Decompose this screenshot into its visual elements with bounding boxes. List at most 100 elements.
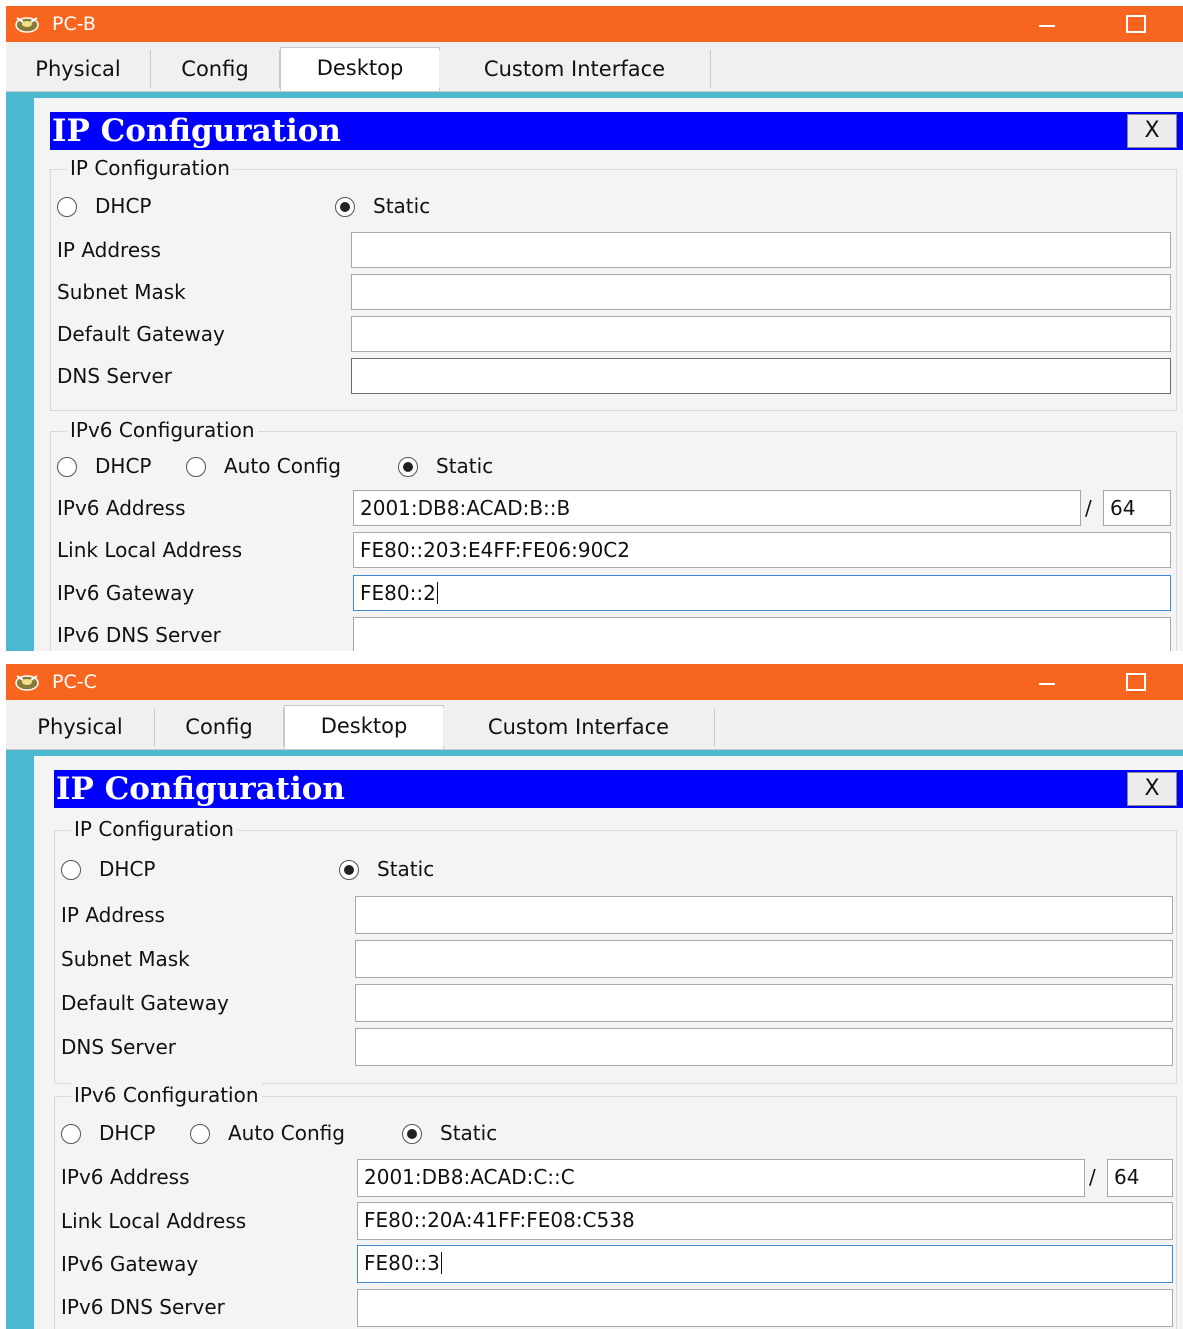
- app-icon: [15, 17, 39, 33]
- ip-address-field[interactable]: [355, 896, 1173, 934]
- tab-bar: Physical Config Desktop Custom Interface: [6, 700, 1183, 751]
- subnet-mask-label: Subnet Mask: [57, 280, 186, 304]
- ip-address-field[interactable]: [351, 232, 1171, 268]
- title-bar: PC-B: [6, 6, 1183, 42]
- dns-server-field[interactable]: [351, 358, 1171, 394]
- ipv6-prefix-field[interactable]: 64: [1103, 490, 1171, 526]
- ipv6-group: IPv6 Configuration DHCP Auto Config Stat…: [54, 1083, 1177, 1329]
- tab-desktop[interactable]: Desktop: [284, 705, 444, 749]
- radio-label: Auto Config: [228, 1121, 345, 1145]
- tab-physical[interactable]: Physical: [6, 50, 151, 88]
- prefix-separator: /: [1085, 496, 1092, 520]
- radio-label: DHCP: [95, 194, 152, 218]
- ipv6-gateway-label: IPv6 Gateway: [57, 581, 195, 605]
- maximize-icon[interactable]: [1126, 673, 1146, 691]
- tab-config[interactable]: Config: [155, 708, 284, 746]
- dialog-title: IP Configuration: [52, 113, 341, 149]
- radio-label: Static: [440, 1121, 498, 1145]
- ipv6-dns-label: IPv6 DNS Server: [61, 1295, 225, 1319]
- ipv4-legend: IP Configuration: [71, 817, 237, 841]
- default-gateway-field[interactable]: [355, 984, 1173, 1022]
- pc-b-window: PC-B Physical Config Desktop Custom Inte…: [6, 6, 1183, 651]
- subnet-mask-label: Subnet Mask: [61, 947, 190, 971]
- ipv6-gateway-label: IPv6 Gateway: [61, 1252, 199, 1276]
- link-local-label: Link Local Address: [57, 538, 243, 562]
- minimize-icon[interactable]: [1032, 664, 1062, 700]
- radio-label: DHCP: [95, 454, 152, 478]
- app-icon: [15, 675, 39, 691]
- dns-server-label: DNS Server: [61, 1035, 176, 1059]
- ipv6-address-label: IPv6 Address: [61, 1165, 190, 1189]
- text-caret: [440, 1252, 442, 1274]
- default-gateway-label: Default Gateway: [57, 322, 225, 346]
- minimize-icon[interactable]: [1032, 6, 1062, 42]
- radio-label: Static: [436, 454, 494, 478]
- radio-circle-selected: [335, 197, 355, 217]
- close-button[interactable]: X: [1127, 772, 1177, 806]
- dialog-header: IP Configuration X: [50, 112, 1183, 150]
- maximize-icon[interactable]: [1126, 15, 1146, 33]
- desktop-area: IP Configuration X IP Configuration DHCP…: [6, 750, 1183, 1329]
- dialog-header: IP Configuration X: [54, 770, 1183, 808]
- radio-circle: [190, 1124, 210, 1144]
- ipv6-gateway-field[interactable]: FE80::3: [357, 1245, 1173, 1283]
- ip-configuration-panel: IP Configuration X IP Configuration DHCP…: [34, 98, 1183, 651]
- radio-circle-selected: [339, 860, 359, 880]
- tab-desktop[interactable]: Desktop: [280, 47, 440, 91]
- tab-config[interactable]: Config: [151, 50, 280, 88]
- window-title: PC-B: [52, 13, 96, 35]
- radio-circle: [61, 1124, 81, 1144]
- ipv6-prefix-field[interactable]: 64: [1107, 1159, 1173, 1197]
- dns-server-label: DNS Server: [57, 364, 172, 388]
- radio-circle: [57, 457, 77, 477]
- tab-custom-interface[interactable]: Custom Interface: [443, 708, 715, 746]
- radio-circle-selected: [398, 457, 418, 477]
- ipv6-address-field[interactable]: 2001:DB8:ACAD:B::B: [353, 490, 1081, 526]
- ip-configuration-panel: IP Configuration X IP Configuration DHCP…: [34, 756, 1183, 1329]
- default-gateway-label: Default Gateway: [61, 991, 229, 1015]
- ipv4-group: IP Configuration DHCP Static IP Address …: [50, 156, 1177, 411]
- radio-label: Static: [377, 857, 435, 881]
- link-local-label: Link Local Address: [61, 1209, 247, 1233]
- tab-bar: Physical Config Desktop Custom Interface: [6, 42, 1183, 93]
- ipv6-dns-field[interactable]: [353, 617, 1171, 651]
- title-bar: PC-C: [6, 664, 1183, 700]
- ipv4-group: IP Configuration DHCP Static IP Address …: [54, 817, 1177, 1084]
- text-caret: [436, 582, 438, 604]
- ipv6-dns-label: IPv6 DNS Server: [57, 623, 221, 647]
- radio-label: Static: [373, 194, 431, 218]
- ipv6-dns-field[interactable]: [357, 1289, 1173, 1327]
- window-title: PC-C: [52, 671, 97, 693]
- pc-c-window: PC-C Physical Config Desktop Custom Inte…: [6, 664, 1183, 1329]
- radio-circle-selected: [402, 1124, 422, 1144]
- link-local-field[interactable]: FE80::203:E4FF:FE06:90C2: [353, 532, 1171, 568]
- link-local-field[interactable]: FE80::20A:41FF:FE08:C538: [357, 1202, 1173, 1240]
- ipv6-gateway-value: FE80::2: [360, 581, 436, 605]
- tab-physical[interactable]: Physical: [6, 708, 155, 746]
- ipv6-legend: IPv6 Configuration: [67, 418, 258, 442]
- subnet-mask-field[interactable]: [351, 274, 1171, 310]
- ipv6-group: IPv6 Configuration DHCP Auto Config Stat…: [50, 418, 1177, 651]
- tab-custom-interface[interactable]: Custom Interface: [439, 50, 711, 88]
- radio-circle: [186, 457, 206, 477]
- default-gateway-field[interactable]: [351, 316, 1171, 352]
- prefix-separator: /: [1089, 1165, 1096, 1189]
- radio-label: DHCP: [99, 1121, 156, 1145]
- radio-label: Auto Config: [224, 454, 341, 478]
- ipv6-gateway-value: FE80::3: [364, 1251, 440, 1275]
- radio-circle: [61, 860, 81, 880]
- ipv6-legend: IPv6 Configuration: [71, 1083, 262, 1107]
- dns-server-field[interactable]: [355, 1028, 1173, 1066]
- radio-circle: [57, 197, 77, 217]
- subnet-mask-field[interactable]: [355, 940, 1173, 978]
- desktop-area: IP Configuration X IP Configuration DHCP…: [6, 92, 1183, 651]
- ip-address-label: IP Address: [61, 903, 165, 927]
- ipv4-legend: IP Configuration: [67, 156, 233, 180]
- dialog-title: IP Configuration: [56, 771, 345, 807]
- radio-label: DHCP: [99, 857, 156, 881]
- close-button[interactable]: X: [1127, 114, 1177, 148]
- ipv6-gateway-field[interactable]: FE80::2: [353, 575, 1171, 611]
- ipv6-address-field[interactable]: 2001:DB8:ACAD:C::C: [357, 1159, 1085, 1197]
- ipv6-address-label: IPv6 Address: [57, 496, 186, 520]
- ip-address-label: IP Address: [57, 238, 161, 262]
